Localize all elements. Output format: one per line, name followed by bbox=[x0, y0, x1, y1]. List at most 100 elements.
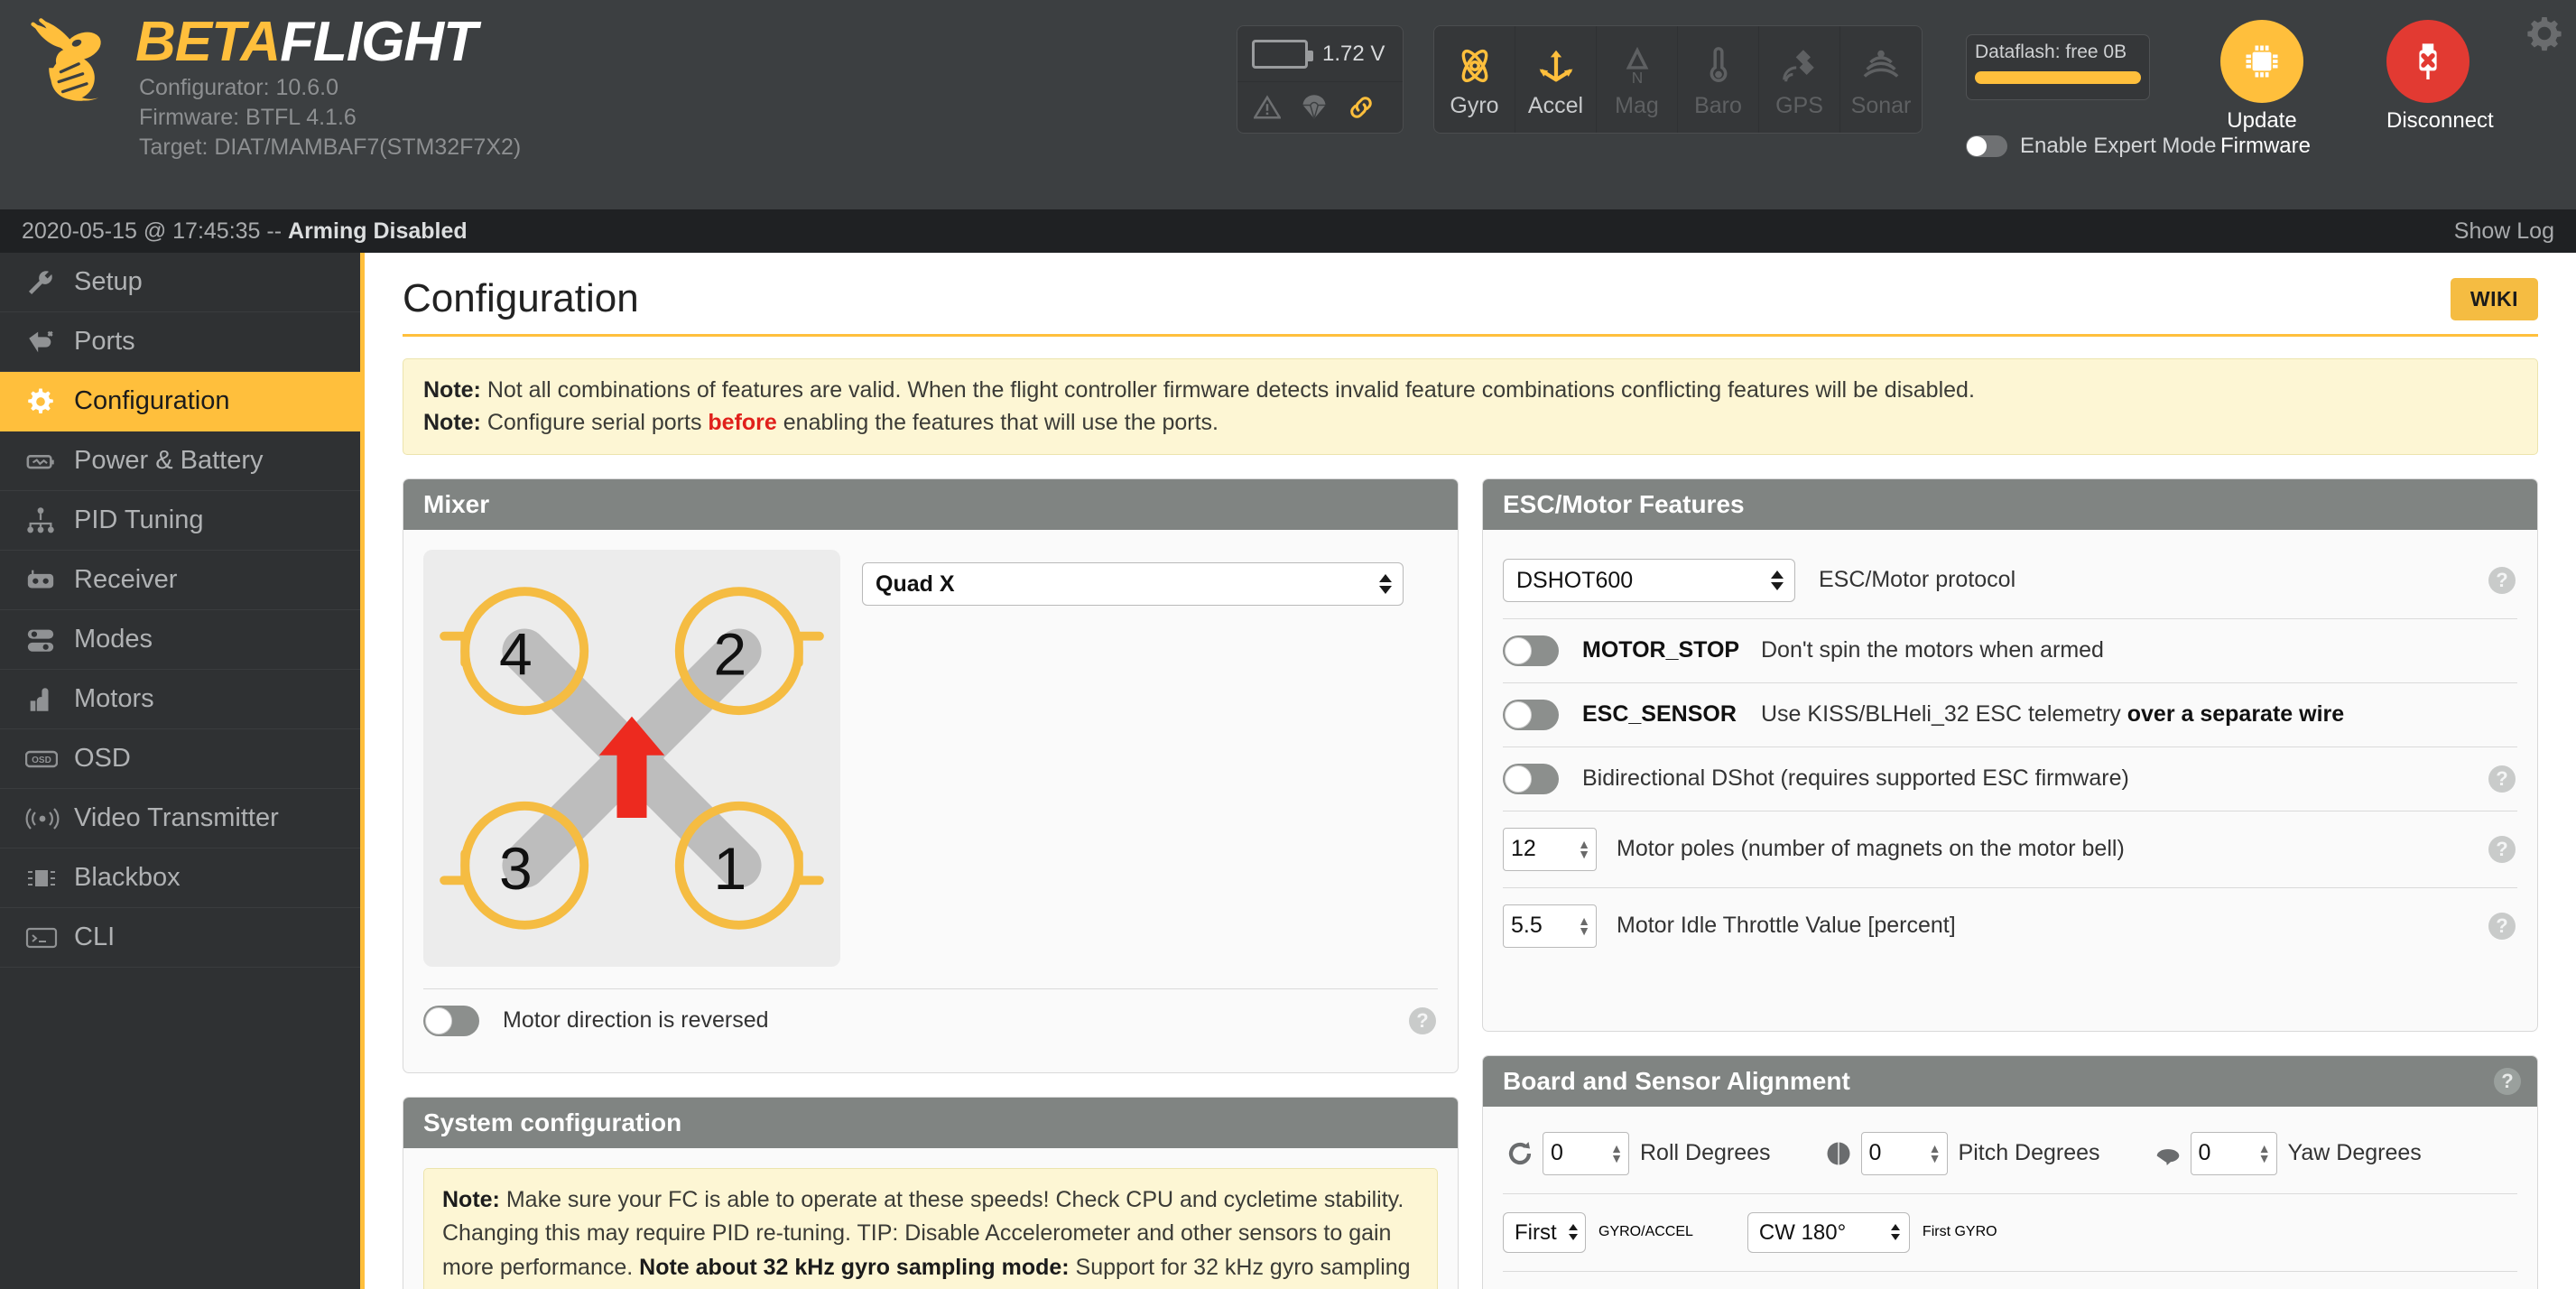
warning-icon bbox=[1254, 95, 1281, 119]
pitch-degrees-label: Pitch Degrees bbox=[1958, 1140, 2100, 1165]
spinner-arrows-icon[interactable]: ▲ ▼ bbox=[1578, 914, 1590, 937]
help-icon[interactable]: ? bbox=[2488, 912, 2516, 940]
expert-mode-switch[interactable] bbox=[1966, 135, 2007, 157]
gyro-alignment-row: First GYRO/ACCEL CW 180° First GYRO bbox=[1503, 1192, 2517, 1271]
gyro-accel-selector[interactable]: First bbox=[1503, 1211, 1586, 1253]
roll-degrees-stepper[interactable]: ▲▼ bbox=[1543, 1131, 1629, 1175]
motor-stop-row[interactable]: MOTOR_STOP Don't spin the motors when ar… bbox=[1503, 617, 2517, 682]
bidirectional-dshot-toggle[interactable] bbox=[1503, 763, 1559, 794]
configurator-version: Configurator: 10.6.0 bbox=[139, 75, 338, 101]
motor-poles-stepper[interactable]: ▲▼ bbox=[1503, 827, 1597, 871]
esc-protocol-select[interactable]: DSHOT600 bbox=[1503, 558, 1795, 602]
sidebar-item-motors[interactable]: Motors bbox=[0, 670, 360, 729]
update-firmware-button[interactable]: Update Firmware bbox=[2220, 20, 2311, 160]
sitemap-icon bbox=[25, 505, 65, 536]
sidebar-item-receiver[interactable]: Receiver bbox=[0, 551, 360, 610]
sidebar-item-osd[interactable]: OSD OSD bbox=[0, 729, 360, 789]
wiki-button[interactable]: WIKI bbox=[2450, 278, 2538, 320]
help-icon[interactable]: ? bbox=[2488, 566, 2516, 594]
feature-notes: Note: Not all combinations of features a… bbox=[403, 358, 2538, 455]
esc-motor-features-panel: ESC/Motor Features DSHOT600 ESC/Motor pr… bbox=[1482, 478, 2538, 1032]
sidebar-item-label: Setup bbox=[74, 267, 143, 296]
syscfg-note-bold-2: Note about 32 kHz gyro sampling mode: bbox=[639, 1254, 1070, 1280]
right-column: ESC/Motor Features DSHOT600 ESC/Motor pr… bbox=[1482, 478, 2538, 1289]
system-configuration-panel: System configuration Note: Make sure you… bbox=[403, 1096, 1459, 1289]
esc-protocol-selector[interactable]: DSHOT600 bbox=[1503, 558, 1795, 602]
motor-direction-toggle[interactable] bbox=[423, 1005, 479, 1036]
disconnect-button[interactable]: Disconnect bbox=[2386, 20, 2494, 134]
gear-icon bbox=[25, 386, 65, 417]
mixer-row: 4 2 3 1 Quad X bbox=[423, 549, 1438, 967]
sidebar-item-ports[interactable]: Ports bbox=[0, 312, 360, 372]
battery-icon bbox=[25, 446, 65, 477]
board-alignment-panel: Board and Sensor Alignment ? ▲▼ bbox=[1482, 1054, 2538, 1289]
svg-text:1: 1 bbox=[714, 835, 747, 902]
motor-idle-stepper[interactable]: ▲▼ bbox=[1503, 904, 1597, 948]
svg-text:N: N bbox=[1631, 69, 1642, 87]
help-icon[interactable]: ? bbox=[2494, 1067, 2521, 1095]
gyro-accel-select[interactable]: First bbox=[1503, 1211, 1586, 1253]
motor-direction-row[interactable]: Motor direction is reversed ? bbox=[423, 989, 1438, 1053]
sidebar-item-video-transmitter[interactable]: Video Transmitter bbox=[0, 789, 360, 849]
show-log-button[interactable]: Show Log bbox=[2454, 218, 2554, 245]
sensor-gps: GPS bbox=[1759, 26, 1840, 133]
roll-degrees-group: ▲▼ Roll Degrees bbox=[1503, 1131, 1771, 1175]
disconnect-label: Disconnect bbox=[2386, 108, 2494, 133]
sidebar-item-setup[interactable]: Setup bbox=[0, 253, 360, 312]
motor-poles-label: Motor poles (number of magnets on the mo… bbox=[1617, 836, 2125, 861]
spinner-arrows-icon[interactable]: ▲ ▼ bbox=[1929, 1142, 1941, 1164]
motor-stop-toggle[interactable] bbox=[1503, 635, 1559, 666]
svg-text:OSD: OSD bbox=[32, 756, 51, 765]
sidebar-item-pid-tuning[interactable]: PID Tuning bbox=[0, 491, 360, 551]
sensor-label: Mag bbox=[1615, 92, 1659, 118]
first-gyro-selector[interactable]: CW 180° bbox=[1747, 1211, 1910, 1253]
settings-gear-icon[interactable] bbox=[2524, 13, 2565, 59]
gyro-accel-label: GYRO/ACCEL bbox=[1598, 1224, 1693, 1239]
update-firmware-line1: Update bbox=[2227, 108, 2297, 133]
motor-icon bbox=[25, 684, 65, 715]
first-gyro-select[interactable]: CW 180° bbox=[1747, 1211, 1910, 1253]
status-state: Arming Disabled bbox=[288, 218, 468, 244]
note-text-before: before bbox=[708, 410, 777, 436]
board-alignment-body: ▲▼ Roll Degrees ▲▼ P bbox=[1483, 1107, 2537, 1289]
status-text: 2020-05-15 @ 17:45:35 -- Arming Disabled bbox=[22, 218, 468, 245]
mixer-type-selector[interactable]: Quad X bbox=[862, 561, 1404, 606]
sidebar-item-configuration[interactable]: Configuration bbox=[0, 372, 360, 431]
pitch-degrees-stepper[interactable]: ▲▼ bbox=[1860, 1131, 1948, 1175]
mixer-panel: Mixer 4 2 3 1 Quad X Motor direction is … bbox=[403, 478, 1459, 1073]
status-icons-row bbox=[1237, 82, 1403, 133]
sidebar-item-blackbox[interactable]: Blackbox bbox=[0, 849, 360, 908]
motor-poles-row: ▲▼ Motor poles (number of magnets on the… bbox=[1503, 810, 2517, 887]
spinner-arrows-icon[interactable]: ▲ ▼ bbox=[1578, 838, 1590, 860]
sidebar-item-label: OSD bbox=[74, 744, 131, 773]
expert-mode-toggle[interactable]: Enable Expert Mode bbox=[1966, 134, 2216, 159]
bidirectional-dshot-row[interactable]: Bidirectional DShot (requires supported … bbox=[1503, 746, 2517, 811]
yaw-degrees-stepper[interactable]: ▲▼ bbox=[2190, 1131, 2277, 1175]
note-text: Not all combinations of features are val… bbox=[480, 377, 1975, 403]
mixer-panel-title: Mixer bbox=[403, 478, 1458, 530]
esc-sensor-toggle[interactable] bbox=[1503, 699, 1559, 730]
help-icon[interactable]: ? bbox=[2488, 765, 2516, 793]
sidebar-item-cli[interactable]: CLI bbox=[0, 908, 360, 968]
spinner-arrows-icon[interactable]: ▲ ▼ bbox=[1610, 1142, 1623, 1164]
sidebar-item-label: Configuration bbox=[74, 386, 230, 415]
dataflash-label: Dataflash: free 0B bbox=[1975, 42, 2127, 62]
osd-icon: OSD bbox=[25, 748, 65, 770]
help-icon[interactable]: ? bbox=[1409, 1006, 1436, 1034]
accel-icon bbox=[1535, 41, 1577, 91]
battery-voltage-row: 1.72 V bbox=[1237, 26, 1403, 82]
first-gyro-label: First GYRO bbox=[1922, 1224, 1997, 1239]
sidebar-item-label: Blackbox bbox=[74, 863, 181, 892]
sidebar-item-modes[interactable]: Modes bbox=[0, 610, 360, 670]
dataflash-bar bbox=[1975, 71, 2141, 84]
esc-sensor-row[interactable]: ESC_SENSOR Use KISS/BLHeli_32 ESC teleme… bbox=[1503, 682, 2517, 747]
board-alignment-title-text: Board and Sensor Alignment bbox=[1503, 1066, 1850, 1095]
help-icon[interactable]: ? bbox=[2488, 835, 2516, 863]
baro-icon bbox=[1698, 41, 1739, 91]
motor-idle-row: ▲▼ Motor Idle Throttle Value [percent] ? bbox=[1503, 886, 2517, 964]
title-divider bbox=[403, 334, 2538, 337]
mixer-type-select[interactable]: Quad X bbox=[862, 561, 1404, 606]
spinner-arrows-icon[interactable]: ▲ ▼ bbox=[2258, 1142, 2271, 1164]
system-configuration-title: System configuration bbox=[403, 1097, 1458, 1148]
sidebar-item-power-battery[interactable]: Power & Battery bbox=[0, 431, 360, 491]
